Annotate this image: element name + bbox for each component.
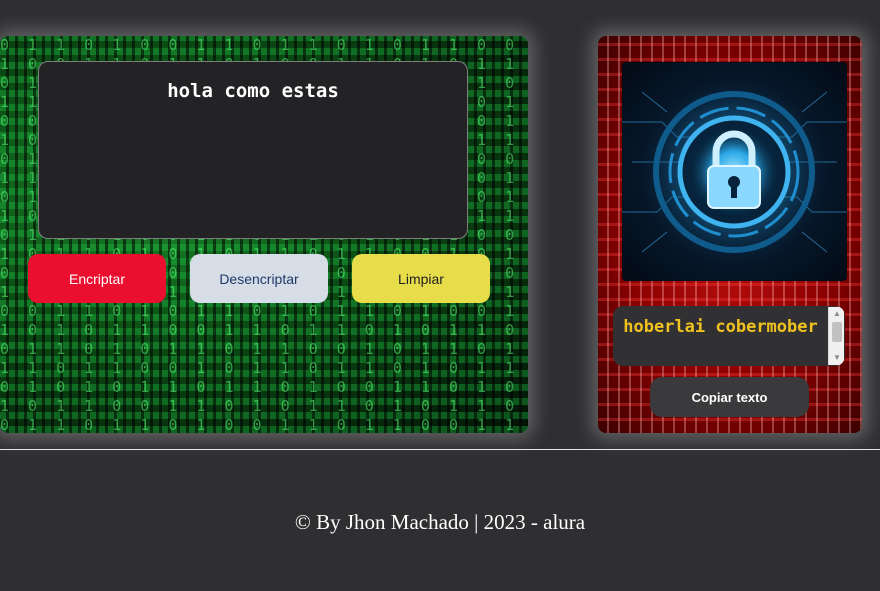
decrypt-button[interactable]: Desencriptar [190,254,328,303]
encrypt-button[interactable]: Encriptar [28,254,166,303]
footer-divider [0,449,880,450]
scroll-thumb[interactable] [832,322,842,342]
output-text: hoberlai cobermober [623,317,818,337]
output-scrollbar[interactable]: ▲ ▼ [828,307,844,365]
scroll-up-icon[interactable]: ▲ [829,307,845,321]
copy-text-button[interactable]: Copiar texto [650,377,809,417]
input-textarea[interactable]: hola como estas [38,61,468,239]
result-panel: hoberlai cobermober ▲ ▼ Copiar texto [598,36,862,433]
scroll-down-icon[interactable]: ▼ [829,351,845,365]
output-textarea[interactable]: hoberlai cobermober ▲ ▼ [613,306,845,366]
padlock-illustration [622,77,847,267]
padlock-icon [622,62,847,281]
encryptor-panel: 0 1 1 0 1 0 0 1 1 0 1 1 0 1 0 1 1 0 0 1 … [0,36,528,433]
footer-credit: © By Jhon Machado | 2023 - alura [294,510,586,534]
clear-button[interactable]: Limpiar [352,254,490,303]
